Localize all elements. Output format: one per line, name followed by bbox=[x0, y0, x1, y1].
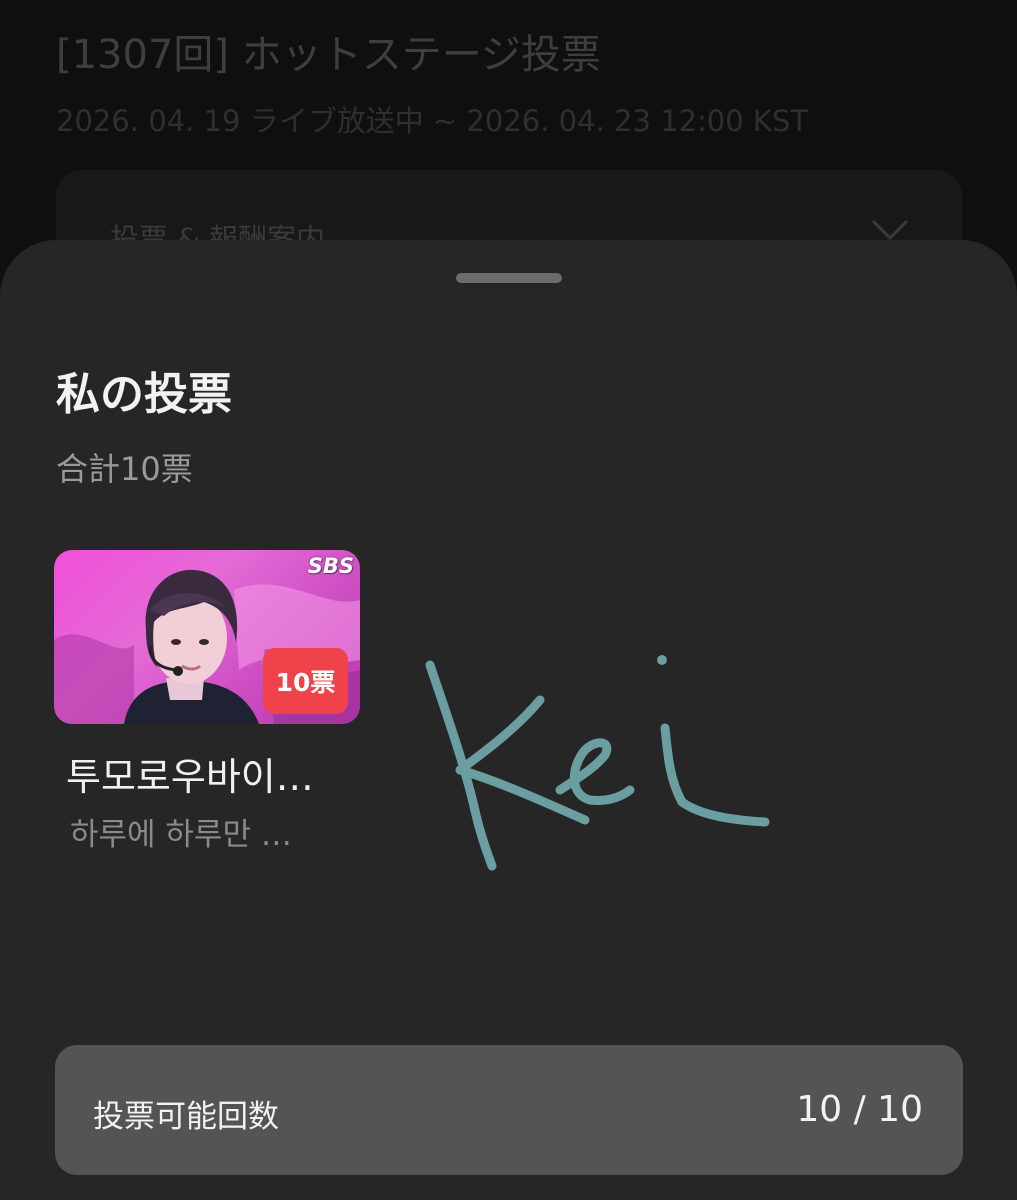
song-title: 하루에 하루만 … bbox=[70, 817, 292, 853]
screen: [1307回] ホットステージ投票 2026. 04. 19 ライブ放送中 ~ … bbox=[0, 0, 1017, 1200]
stage-thumbnail: SBS 10票 bbox=[54, 550, 360, 724]
vote-total: 合計10票 bbox=[56, 450, 193, 488]
available-votes-value: 10 / 10 bbox=[796, 1089, 923, 1130]
sheet-title: 私の投票 bbox=[56, 369, 232, 420]
available-votes-label: 投票可能回数 bbox=[93, 1099, 279, 1135]
artist-name: 투모로우바이… bbox=[66, 755, 314, 799]
page-title: [1307回] ホットステージ投票 bbox=[56, 32, 601, 78]
drag-handle[interactable] bbox=[456, 273, 562, 283]
handwritten-signature bbox=[420, 630, 780, 884]
vote-count-badge: 10票 bbox=[263, 648, 348, 714]
available-votes-bar: 投票可能回数 10 / 10 bbox=[55, 1045, 963, 1175]
broadcaster-logo: SBS bbox=[307, 554, 354, 578]
my-votes-sheet: 私の投票 合計10票 SBS 10票 투모로우바이… 하루에 하루만 … 投票可… bbox=[0, 240, 1017, 1200]
vote-card[interactable]: SBS 10票 투모로우바이… 하루에 하루만 … bbox=[54, 550, 360, 854]
vote-period: 2026. 04. 19 ライブ放送中 ~ 2026. 04. 23 12:00… bbox=[56, 104, 809, 138]
